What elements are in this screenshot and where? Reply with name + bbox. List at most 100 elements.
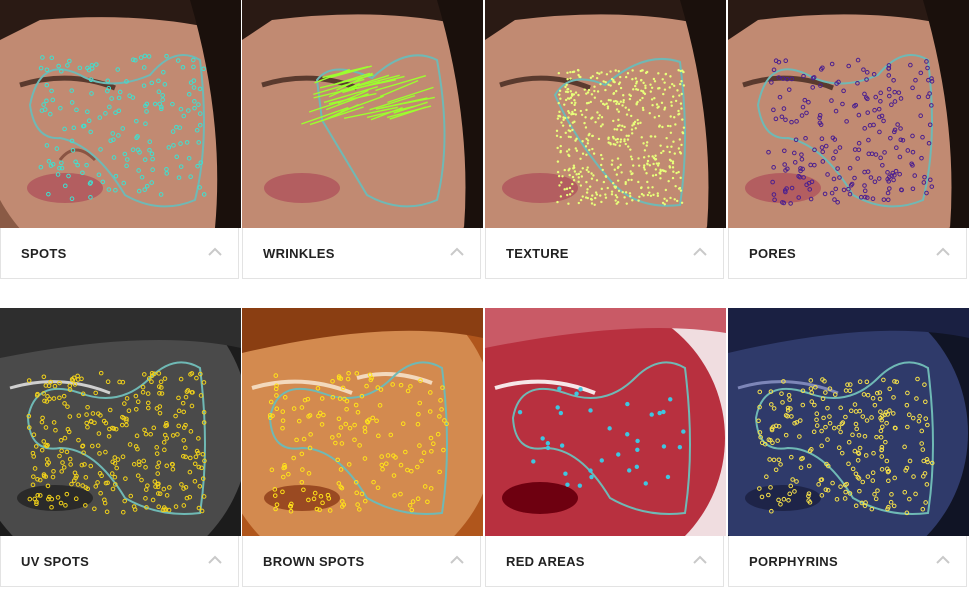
analysis-mark bbox=[635, 438, 640, 444]
analysis-mark bbox=[564, 131, 567, 135]
analysis-mark bbox=[666, 124, 670, 128]
panel-label-bar[interactable]: PORES bbox=[728, 228, 967, 279]
analysis-mark bbox=[663, 88, 667, 91]
analysis-mark bbox=[545, 441, 551, 446]
analysis-mark bbox=[616, 452, 621, 457]
analysis-mark bbox=[622, 98, 625, 102]
analysis-mark bbox=[639, 186, 643, 190]
analysis-mark bbox=[577, 93, 580, 97]
analysis-mark bbox=[635, 447, 640, 452]
red-areas-analysis-image bbox=[485, 308, 726, 536]
analysis-mark bbox=[591, 147, 594, 151]
analysis-mark bbox=[642, 156, 646, 159]
analysis-mark bbox=[615, 128, 619, 131]
analysis-mark bbox=[555, 134, 559, 137]
analysis-mark bbox=[619, 140, 622, 144]
analysis-mark bbox=[584, 145, 588, 148]
analysis-mark bbox=[599, 125, 603, 128]
chevron-up-icon[interactable] bbox=[693, 555, 707, 565]
chevron-up-icon[interactable] bbox=[936, 247, 950, 257]
analysis-mark bbox=[671, 82, 674, 86]
analysis-mark bbox=[661, 409, 666, 415]
analysis-mark bbox=[614, 185, 618, 189]
analysis-mark bbox=[625, 134, 628, 138]
analysis-mark bbox=[630, 178, 633, 182]
analysis-mark bbox=[643, 149, 647, 152]
analysis-mark bbox=[619, 163, 622, 167]
analysis-mark bbox=[620, 128, 623, 132]
analysis-mark bbox=[632, 164, 635, 167]
analysis-mark bbox=[559, 195, 563, 198]
analysis-mark bbox=[590, 93, 594, 96]
analysis-mark bbox=[595, 179, 599, 182]
analysis-mark bbox=[641, 96, 644, 100]
analysis-mark bbox=[581, 195, 584, 198]
analysis-mark bbox=[591, 134, 594, 138]
analysis-mark bbox=[668, 86, 671, 89]
pores-face-image bbox=[728, 0, 969, 228]
analysis-mark bbox=[558, 114, 561, 118]
panel-label-bar[interactable]: WRINKLES bbox=[242, 228, 481, 279]
analysis-mark bbox=[631, 78, 634, 81]
analysis-mark bbox=[670, 104, 673, 107]
analysis-mark bbox=[583, 88, 586, 91]
chevron-up-icon[interactable] bbox=[450, 247, 464, 257]
analysis-mark bbox=[558, 89, 562, 93]
analysis-mark bbox=[598, 114, 601, 117]
analysis-mark bbox=[575, 173, 578, 176]
chevron-up-icon[interactable] bbox=[450, 555, 464, 565]
panel-label-bar[interactable]: UV SPOTS bbox=[0, 536, 239, 587]
analysis-mark bbox=[573, 120, 576, 123]
panel-label-bar[interactable]: RED AREAS bbox=[485, 536, 724, 587]
analysis-mark bbox=[590, 198, 594, 201]
analysis-mark bbox=[661, 125, 664, 129]
analysis-mark bbox=[604, 196, 608, 199]
panel-label-bar[interactable]: BROWN SPOTS bbox=[242, 536, 481, 587]
analysis-mark bbox=[557, 386, 562, 391]
analysis-mark bbox=[629, 148, 632, 151]
analysis-mark bbox=[579, 184, 583, 187]
chevron-up-icon[interactable] bbox=[936, 555, 950, 565]
panel-label-bar[interactable]: PORPHYRINS bbox=[728, 536, 967, 587]
analysis-mark bbox=[601, 123, 604, 126]
analysis-mark bbox=[572, 179, 576, 182]
analysis-mark bbox=[622, 94, 625, 97]
analysis-mark bbox=[619, 86, 623, 90]
analysis-mark bbox=[615, 89, 618, 93]
analysis-mark bbox=[645, 144, 648, 147]
analysis-mark bbox=[672, 140, 675, 143]
chevron-up-icon[interactable] bbox=[693, 247, 707, 257]
analysis-mark bbox=[593, 85, 596, 88]
analysis-mark bbox=[634, 77, 637, 80]
brown-spots-face-image bbox=[242, 308, 483, 536]
analysis-mark bbox=[619, 138, 623, 141]
analysis-mark bbox=[559, 144, 562, 148]
analysis-mark bbox=[652, 193, 655, 197]
analysis-mark bbox=[624, 182, 627, 186]
chevron-up-icon[interactable] bbox=[208, 247, 222, 257]
analysis-mark bbox=[531, 459, 536, 464]
analysis-mark bbox=[599, 458, 604, 463]
panel-label-bar[interactable]: TEXTURE bbox=[485, 228, 724, 279]
analysis-mark bbox=[591, 194, 594, 197]
analysis-mark bbox=[612, 80, 615, 83]
analysis-mark bbox=[579, 157, 582, 160]
analysis-mark bbox=[669, 124, 672, 128]
analysis-mark bbox=[578, 387, 583, 392]
analysis-mark bbox=[555, 405, 560, 410]
analysis-mark bbox=[570, 101, 573, 105]
panel-label-bar[interactable]: SPOTS bbox=[0, 228, 239, 279]
analysis-mark bbox=[625, 202, 628, 205]
analysis-mark bbox=[657, 105, 660, 108]
analysis-mark bbox=[634, 84, 637, 88]
analysis-mark bbox=[668, 158, 672, 162]
analysis-mark bbox=[564, 98, 568, 102]
analysis-mark bbox=[617, 70, 620, 73]
analysis-mark bbox=[565, 193, 569, 197]
analysis-mark bbox=[577, 69, 580, 72]
analysis-mark bbox=[614, 199, 617, 202]
analysis-mark bbox=[624, 75, 628, 79]
porphyrins-analysis-image bbox=[728, 308, 969, 536]
chevron-up-icon[interactable] bbox=[208, 555, 222, 565]
analysis-mark bbox=[660, 151, 663, 155]
